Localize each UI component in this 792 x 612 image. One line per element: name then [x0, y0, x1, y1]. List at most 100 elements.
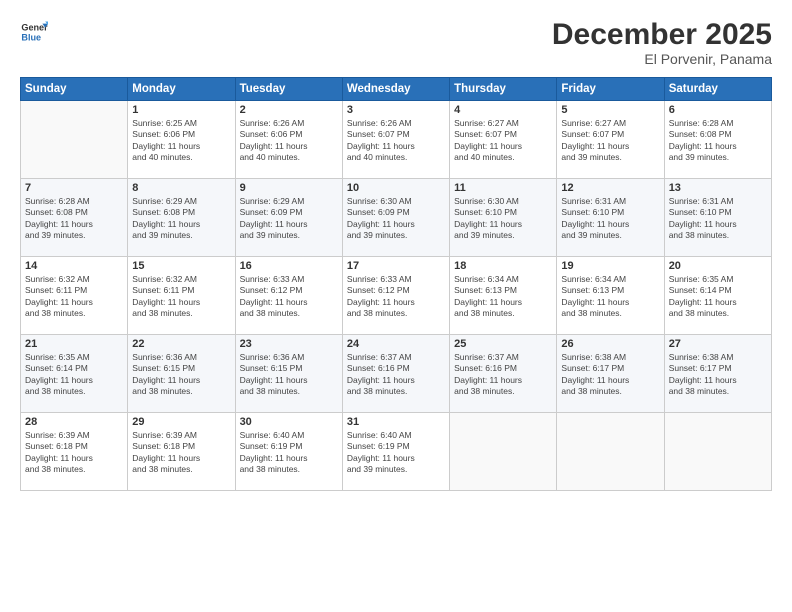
sub-title: El Porvenir, Panama: [552, 51, 772, 67]
day-number: 17: [347, 260, 445, 272]
calendar-cell: 15 Sunrise: 6:32 AMSunset: 6:11 PMDayligh…: [128, 257, 235, 335]
day-number: 3: [347, 104, 445, 116]
day-number: 25: [454, 338, 552, 350]
week-row-5: 28 Sunrise: 6:39 AMSunset: 6:18 PMDayligh…: [21, 413, 772, 491]
day-number: 10: [347, 182, 445, 194]
day-info: Sunrise: 6:28 AMSunset: 6:08 PMDaylight:…: [25, 196, 123, 242]
week-row-1: 1 Sunrise: 6:25 AMSunset: 6:06 PMDaylight…: [21, 101, 772, 179]
header-monday: Monday: [128, 78, 235, 101]
calendar-cell: 12 Sunrise: 6:31 AMSunset: 6:10 PMDayligh…: [557, 179, 664, 257]
calendar-cell: 5Sunrise: 6:27 AMSunset: 6:07 PMDaylight…: [557, 101, 664, 179]
logo: General Blue: [20, 18, 48, 46]
day-number: 4: [454, 104, 552, 116]
day-info: Sunrise: 6:29 AMSunset: 6:08 PMDaylight:…: [132, 196, 230, 242]
page-header: General Blue December 2025 El Porvenir, …: [20, 18, 772, 67]
day-number: 30: [240, 416, 338, 428]
day-number: 23: [240, 338, 338, 350]
calendar-cell: 3Sunrise: 6:26 AMSunset: 6:07 PMDaylight…: [342, 101, 449, 179]
day-info: Sunrise: 6:30 AMSunset: 6:09 PMDaylight:…: [347, 196, 445, 242]
day-number: 15: [132, 260, 230, 272]
day-number: 11: [454, 182, 552, 194]
header-saturday: Saturday: [664, 78, 771, 101]
title-block: December 2025 El Porvenir, Panama: [552, 18, 772, 67]
calendar-cell: [450, 413, 557, 491]
header-sunday: Sunday: [21, 78, 128, 101]
day-info: Sunrise: 6:27 AMSunset: 6:07 PMDaylight:…: [561, 118, 659, 164]
day-info: Sunrise: 6:38 AMSunset: 6:17 PMDaylight:…: [561, 352, 659, 398]
calendar-cell: 20 Sunrise: 6:35 AMSunset: 6:14 PMDayligh…: [664, 257, 771, 335]
day-number: 21: [25, 338, 123, 350]
day-info: Sunrise: 6:39 AMSunset: 6:18 PMDaylight:…: [132, 430, 230, 476]
day-info: Sunrise: 6:30 AMSunset: 6:10 PMDaylight:…: [454, 196, 552, 242]
day-info: Sunrise: 6:37 AMSunset: 6:16 PMDaylight:…: [347, 352, 445, 398]
day-number: 8: [132, 182, 230, 194]
day-info: Sunrise: 6:37 AMSunset: 6:16 PMDaylight:…: [454, 352, 552, 398]
day-info: Sunrise: 6:31 AMSunset: 6:10 PMDaylight:…: [561, 196, 659, 242]
calendar-cell: 30 Sunrise: 6:40 AMSunset: 6:19 PMDayligh…: [235, 413, 342, 491]
day-number: 12: [561, 182, 659, 194]
day-number: 29: [132, 416, 230, 428]
day-info: Sunrise: 6:34 AMSunset: 6:13 PMDaylight:…: [561, 274, 659, 320]
day-info: Sunrise: 6:32 AMSunset: 6:11 PMDaylight:…: [132, 274, 230, 320]
calendar-cell: 8 Sunrise: 6:29 AMSunset: 6:08 PMDaylight…: [128, 179, 235, 257]
calendar-cell: 25 Sunrise: 6:37 AMSunset: 6:16 PMDayligh…: [450, 335, 557, 413]
calendar-cell: 22Sunrise: 6:36 AMSunset: 6:15 PMDayligh…: [128, 335, 235, 413]
day-info: Sunrise: 6:29 AMSunset: 6:09 PMDaylight:…: [240, 196, 338, 242]
calendar-cell: 27 Sunrise: 6:38 AMSunset: 6:17 PMDayligh…: [664, 335, 771, 413]
day-info: Sunrise: 6:35 AMSunset: 6:14 PMDaylight:…: [25, 352, 123, 398]
day-info: Sunrise: 6:38 AMSunset: 6:17 PMDaylight:…: [669, 352, 767, 398]
calendar-cell: 11 Sunrise: 6:30 AMSunset: 6:10 PMDayligh…: [450, 179, 557, 257]
day-info: Sunrise: 6:28 AMSunset: 6:08 PMDaylight:…: [669, 118, 767, 164]
day-number: 2: [240, 104, 338, 116]
week-row-3: 14 Sunrise: 6:32 AMSunset: 6:11 PMDayligh…: [21, 257, 772, 335]
calendar-cell: 17 Sunrise: 6:33 AMSunset: 6:12 PMDayligh…: [342, 257, 449, 335]
day-number: 20: [669, 260, 767, 272]
calendar-cell: 21 Sunrise: 6:35 AMSunset: 6:14 PMDayligh…: [21, 335, 128, 413]
calendar-cell: 28Sunrise: 6:39 AMSunset: 6:18 PMDayligh…: [21, 413, 128, 491]
day-info: Sunrise: 6:35 AMSunset: 6:14 PMDaylight:…: [669, 274, 767, 320]
calendar-cell: 7Sunrise: 6:28 AMSunset: 6:08 PMDaylight…: [21, 179, 128, 257]
calendar-header-row: SundayMondayTuesdayWednesdayThursdayFrid…: [21, 78, 772, 101]
day-info: Sunrise: 6:32 AMSunset: 6:11 PMDaylight:…: [25, 274, 123, 320]
calendar-cell: 19 Sunrise: 6:34 AMSunset: 6:13 PMDayligh…: [557, 257, 664, 335]
day-number: 31: [347, 416, 445, 428]
header-tuesday: Tuesday: [235, 78, 342, 101]
calendar-cell: 6Sunrise: 6:28 AMSunset: 6:08 PMDaylight…: [664, 101, 771, 179]
day-info: Sunrise: 6:34 AMSunset: 6:13 PMDaylight:…: [454, 274, 552, 320]
day-number: 1: [132, 104, 230, 116]
header-friday: Friday: [557, 78, 664, 101]
calendar-cell: [664, 413, 771, 491]
day-number: 13: [669, 182, 767, 194]
calendar-cell: 29 Sunrise: 6:39 AMSunset: 6:18 PMDayligh…: [128, 413, 235, 491]
main-title: December 2025: [552, 18, 772, 51]
day-info: Sunrise: 6:27 AMSunset: 6:07 PMDaylight:…: [454, 118, 552, 164]
day-number: 24: [347, 338, 445, 350]
day-number: 14: [25, 260, 123, 272]
calendar-cell: 31 Sunrise: 6:40 AMSunset: 6:19 PMDayligh…: [342, 413, 449, 491]
calendar-cell: 18Sunrise: 6:34 AMSunset: 6:13 PMDayligh…: [450, 257, 557, 335]
day-info: Sunrise: 6:40 AMSunset: 6:19 PMDaylight:…: [347, 430, 445, 476]
day-info: Sunrise: 6:25 AMSunset: 6:06 PMDaylight:…: [132, 118, 230, 164]
day-info: Sunrise: 6:36 AMSunset: 6:15 PMDaylight:…: [240, 352, 338, 398]
svg-text:Blue: Blue: [21, 32, 41, 42]
day-info: Sunrise: 6:40 AMSunset: 6:19 PMDaylight:…: [240, 430, 338, 476]
calendar-cell: 23 Sunrise: 6:36 AMSunset: 6:15 PMDayligh…: [235, 335, 342, 413]
day-number: 16: [240, 260, 338, 272]
calendar-cell: 9Sunrise: 6:29 AMSunset: 6:09 PMDaylight…: [235, 179, 342, 257]
calendar-cell: 13 Sunrise: 6:31 AMSunset: 6:10 PMDayligh…: [664, 179, 771, 257]
day-info: Sunrise: 6:26 AMSunset: 6:06 PMDaylight:…: [240, 118, 338, 164]
logo-icon: General Blue: [20, 18, 48, 46]
day-number: 28: [25, 416, 123, 428]
day-info: Sunrise: 6:31 AMSunset: 6:10 PMDaylight:…: [669, 196, 767, 242]
day-number: 27: [669, 338, 767, 350]
day-number: 19: [561, 260, 659, 272]
day-info: Sunrise: 6:33 AMSunset: 6:12 PMDaylight:…: [347, 274, 445, 320]
calendar-cell: 2 Sunrise: 6:26 AMSunset: 6:06 PMDaylight…: [235, 101, 342, 179]
day-info: Sunrise: 6:33 AMSunset: 6:12 PMDaylight:…: [240, 274, 338, 320]
week-row-4: 21 Sunrise: 6:35 AMSunset: 6:14 PMDayligh…: [21, 335, 772, 413]
calendar-cell: 1 Sunrise: 6:25 AMSunset: 6:06 PMDaylight…: [128, 101, 235, 179]
day-info: Sunrise: 6:36 AMSunset: 6:15 PMDaylight:…: [132, 352, 230, 398]
calendar-cell: [21, 101, 128, 179]
calendar-cell: 26Sunrise: 6:38 AMSunset: 6:17 PMDayligh…: [557, 335, 664, 413]
header-wednesday: Wednesday: [342, 78, 449, 101]
